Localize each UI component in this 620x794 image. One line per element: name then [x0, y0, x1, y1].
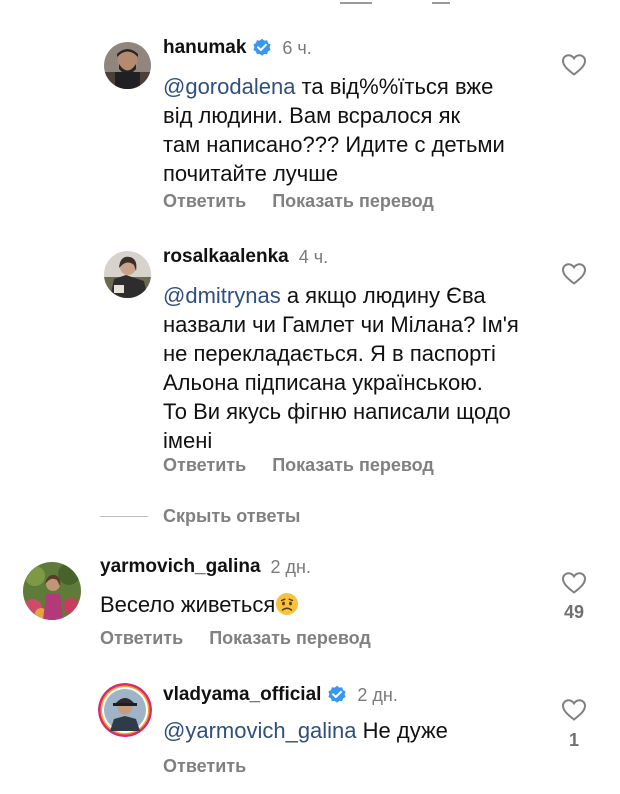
reply-button[interactable]: Ответить [163, 455, 246, 476]
username[interactable]: hanumak [163, 37, 246, 59]
like-count[interactable]: 1 [554, 730, 594, 751]
username[interactable]: yarmovich_galina [100, 556, 261, 578]
bearded-man-avatar-icon [104, 42, 151, 89]
heart-icon[interactable] [561, 698, 587, 722]
avatar[interactable] [98, 683, 152, 737]
comment-text-line: почитайте лучше [163, 161, 339, 186]
heart-icon[interactable] [561, 571, 587, 595]
comment-text-line: Весело живеться [100, 592, 276, 617]
mention-link[interactable]: @yarmovich_galina [163, 718, 357, 743]
comment-text-line: не перекладається. Я в паспорті [163, 341, 496, 366]
hide-replies-button[interactable]: Скрыть ответы [100, 506, 300, 527]
cutoff-action-fragment [340, 0, 372, 4]
comment-text-line: а якщо людину Єва [280, 283, 486, 308]
comment-text-line: від людини. Вам всралося як [163, 103, 461, 128]
avatar[interactable] [23, 562, 81, 620]
comment-text-line: та від%%їться вже [295, 74, 494, 99]
verified-badge-icon [252, 38, 272, 58]
comment-text-line: назвали чи Гамлет чи Мілана? Ім'я [163, 312, 519, 337]
comment-time: 2 дн. [270, 556, 311, 577]
verified-badge-icon [327, 685, 347, 705]
cutoff-action-fragment [432, 0, 450, 4]
reply-button[interactable]: Ответить [163, 756, 246, 777]
comment-text: @dmitrynas а якщо людину Єва назвали чи … [163, 281, 519, 455]
like-count[interactable]: 49 [554, 602, 594, 623]
reply-button[interactable]: Ответить [163, 191, 246, 212]
comment-text: @gorodalena та від%%їться вже від людини… [163, 72, 505, 188]
flowers-avatar-icon [23, 562, 81, 620]
heart-icon[interactable] [561, 262, 587, 286]
comment-text-line: Альона підписана українською. [163, 370, 483, 395]
hide-replies-label[interactable]: Скрыть ответы [163, 506, 300, 527]
comment-text-line: То Ви якусь фігню написали щодо [163, 399, 511, 424]
divider [100, 516, 148, 517]
reply-button[interactable]: Ответить [100, 628, 183, 649]
comment-text-line: Не дуже [356, 718, 448, 743]
man-in-cap-avatar-icon [98, 683, 152, 737]
comment-text: Весело живеться [100, 590, 299, 619]
show-translation-button[interactable]: Показать перевод [209, 628, 371, 649]
avatar[interactable] [104, 251, 151, 298]
username[interactable]: vladyama_official [163, 684, 321, 706]
comment-text: @yarmovich_galina Не дуже [163, 716, 448, 745]
comment-time: 2 дн. [357, 684, 398, 705]
worried-face-emoji-icon [276, 593, 299, 615]
comment-time: 4 ч. [298, 246, 329, 267]
show-translation-button[interactable]: Показать перевод [272, 191, 434, 212]
show-translation-button[interactable]: Показать перевод [272, 455, 434, 476]
previous-comment-actions-fragment [0, 0, 620, 6]
comment-text-line: там написано??? Идите с детьми [163, 132, 505, 157]
comment-text-line: імені [163, 428, 213, 453]
woman-avatar-icon [104, 251, 151, 298]
mention-link[interactable]: @gorodalena [163, 74, 295, 99]
heart-icon[interactable] [561, 53, 587, 77]
avatar[interactable] [104, 42, 151, 89]
comment-time: 6 ч. [282, 37, 312, 58]
mention-link[interactable]: @dmitrynas [163, 283, 281, 308]
username[interactable]: rosalkaalenka [163, 246, 289, 268]
